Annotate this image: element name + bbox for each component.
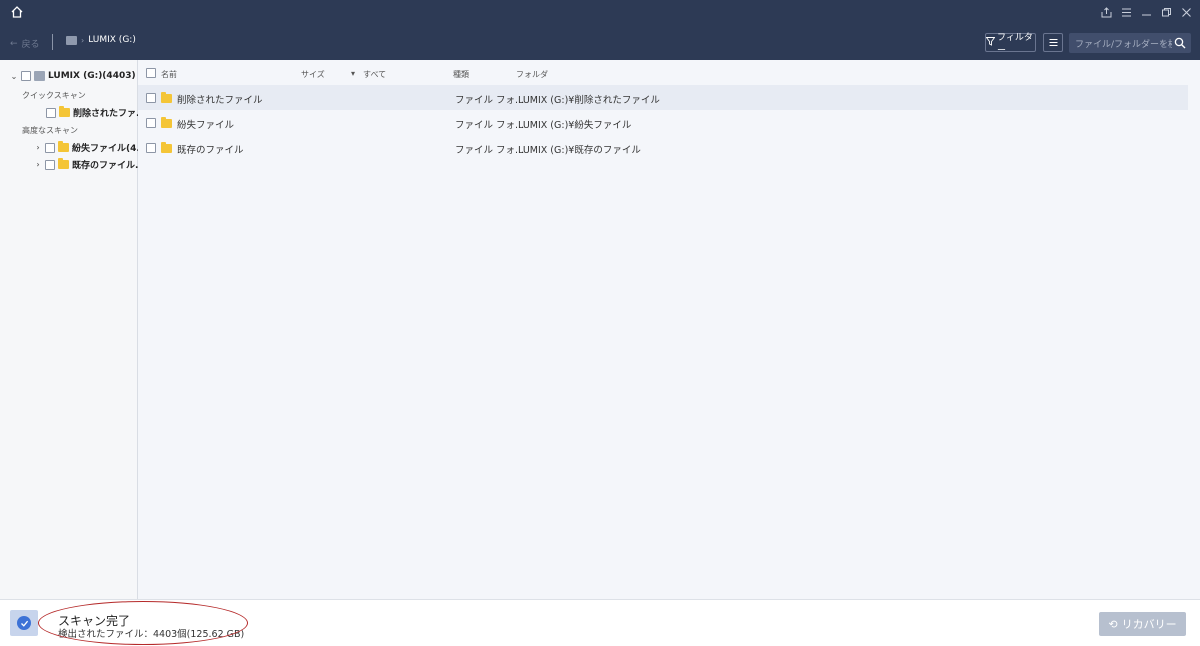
- col-type[interactable]: 種類: [453, 69, 469, 80]
- search-icon[interactable]: [1172, 35, 1188, 51]
- drive-icon: [66, 35, 77, 45]
- back-button[interactable]: ← 戻る: [10, 37, 40, 51]
- col-size[interactable]: サイズ: [301, 69, 325, 80]
- col-folder[interactable]: フォルダ: [516, 69, 548, 80]
- col-date-filter[interactable]: すべて: [363, 69, 386, 80]
- row-name: 削除されたファイル: [177, 95, 263, 106]
- list-view-button[interactable]: [1043, 33, 1063, 52]
- tree-item-lost[interactable]: › 紛失ファイル(4...: [34, 141, 147, 154]
- chevron-down-icon[interactable]: ⌄: [10, 72, 18, 81]
- folder-icon: [58, 158, 69, 169]
- toolbar-divider: [52, 34, 53, 50]
- row-name: 紛失ファイル: [177, 120, 235, 131]
- minimize-icon[interactable]: [1140, 5, 1152, 19]
- filter-icon: [985, 36, 996, 49]
- row-checkbox[interactable]: [146, 143, 156, 153]
- chevron-right-icon: ›: [81, 35, 85, 45]
- window-controls: [1100, 5, 1192, 19]
- restore-icon: ⟲: [1108, 617, 1118, 631]
- row-checkbox[interactable]: [146, 118, 156, 128]
- filter-button[interactable]: フィルター: [985, 33, 1036, 56]
- scrollbar[interactable]: [1190, 60, 1198, 599]
- status-subtitle: 検出されたファイル：4403個(125.62 GB): [58, 629, 245, 640]
- table-row[interactable]: 既存のファイル ファイル フォ... LUMIX (G:)¥既存のファイル: [138, 135, 1188, 160]
- caret-down-icon[interactable]: ▾: [351, 69, 355, 78]
- home-icon[interactable]: [10, 5, 24, 19]
- advanced-scan-label: 高度なスキャン: [22, 126, 78, 135]
- list-icon: [1049, 39, 1057, 46]
- recover-button[interactable]: ⟲ リカバリー: [1099, 612, 1186, 636]
- folder-icon: [59, 106, 70, 117]
- breadcrumb[interactable]: › LUMIX (G:): [66, 35, 136, 45]
- arrow-left-icon: ←: [10, 38, 18, 49]
- file-list: 名前 サイズ ▾ すべて 種類 フォルダ 削除されたファイル ファイル フォ..…: [138, 60, 1200, 599]
- folder-icon: [161, 92, 172, 103]
- folder-icon: [161, 142, 172, 153]
- tree-item-label: 紛失ファイル(4...: [72, 144, 147, 154]
- row-checkbox[interactable]: [146, 93, 156, 103]
- row-name: 既存のファイル: [177, 145, 244, 156]
- back-label: 戻る: [21, 40, 40, 50]
- row-folder: LUMIX (G:)¥削除されたファイル: [518, 95, 660, 106]
- select-all-checkbox[interactable]: [146, 68, 156, 78]
- scan-complete-icon: [10, 610, 38, 636]
- tree-item-label: 既存のファイル...: [72, 161, 146, 171]
- table-row[interactable]: 削除されたファイル ファイル フォ... LUMIX (G:)¥削除されたファイ…: [138, 85, 1188, 110]
- column-header: 名前 サイズ ▾ すべて 種類 フォルダ: [138, 60, 1200, 86]
- checkbox[interactable]: [45, 142, 55, 153]
- sidebar-tree: ⌄ LUMIX (G:)(4403) クイックスキャン 削除されたファ... 高…: [0, 60, 147, 599]
- tree-item-existing[interactable]: › 既存のファイル...: [34, 158, 145, 171]
- restore-icon[interactable]: [1160, 5, 1172, 19]
- filter-label: フィルター: [997, 32, 1033, 56]
- row-type: ファイル フォ...: [455, 120, 525, 131]
- row-folder: LUMIX (G:)¥紛失ファイル: [518, 120, 632, 131]
- close-icon[interactable]: [1180, 5, 1192, 19]
- tree-item-deleted[interactable]: 削除されたファ...: [46, 106, 146, 119]
- chevron-right-icon[interactable]: ›: [34, 160, 42, 169]
- recover-label: リカバリー: [1121, 618, 1177, 631]
- search-input[interactable]: ファイル/フォルダーを検索: [1069, 37, 1172, 50]
- checkbox[interactable]: [21, 71, 31, 81]
- row-type: ファイル フォ...: [455, 145, 525, 156]
- checkbox[interactable]: [46, 107, 56, 118]
- tree-item-label: 削除されたファ...: [73, 109, 147, 119]
- share-icon[interactable]: [1100, 5, 1112, 19]
- title-bar: [0, 0, 1200, 24]
- chevron-right-icon[interactable]: ›: [34, 143, 42, 152]
- checkbox[interactable]: [45, 159, 55, 170]
- folder-icon: [161, 117, 172, 128]
- quick-scan-label: クイックスキャン: [22, 91, 86, 100]
- tree-root-label: LUMIX (G:)(4403): [48, 71, 136, 81]
- drive-icon: [34, 71, 45, 81]
- row-folder: LUMIX (G:)¥既存のファイル: [518, 145, 641, 156]
- table-row[interactable]: 紛失ファイル ファイル フォ... LUMIX (G:)¥紛失ファイル: [138, 110, 1188, 135]
- search-box[interactable]: ファイル/フォルダーを検索: [1069, 33, 1191, 53]
- col-name[interactable]: 名前: [161, 69, 177, 80]
- tree-root-drive[interactable]: ⌄ LUMIX (G:)(4403): [10, 71, 136, 81]
- row-type: ファイル フォ...: [455, 95, 525, 106]
- toolbar: ← 戻る › LUMIX (G:) フィルター ファイル/フォルダーを検索: [0, 24, 1200, 60]
- status-bar: スキャン完了 検出されたファイル：4403個(125.62 GB) ⟲ リカバリ…: [0, 599, 1200, 646]
- folder-icon: [58, 141, 69, 152]
- menu-icon[interactable]: [1120, 5, 1132, 19]
- breadcrumb-drive: LUMIX (G:): [88, 35, 136, 45]
